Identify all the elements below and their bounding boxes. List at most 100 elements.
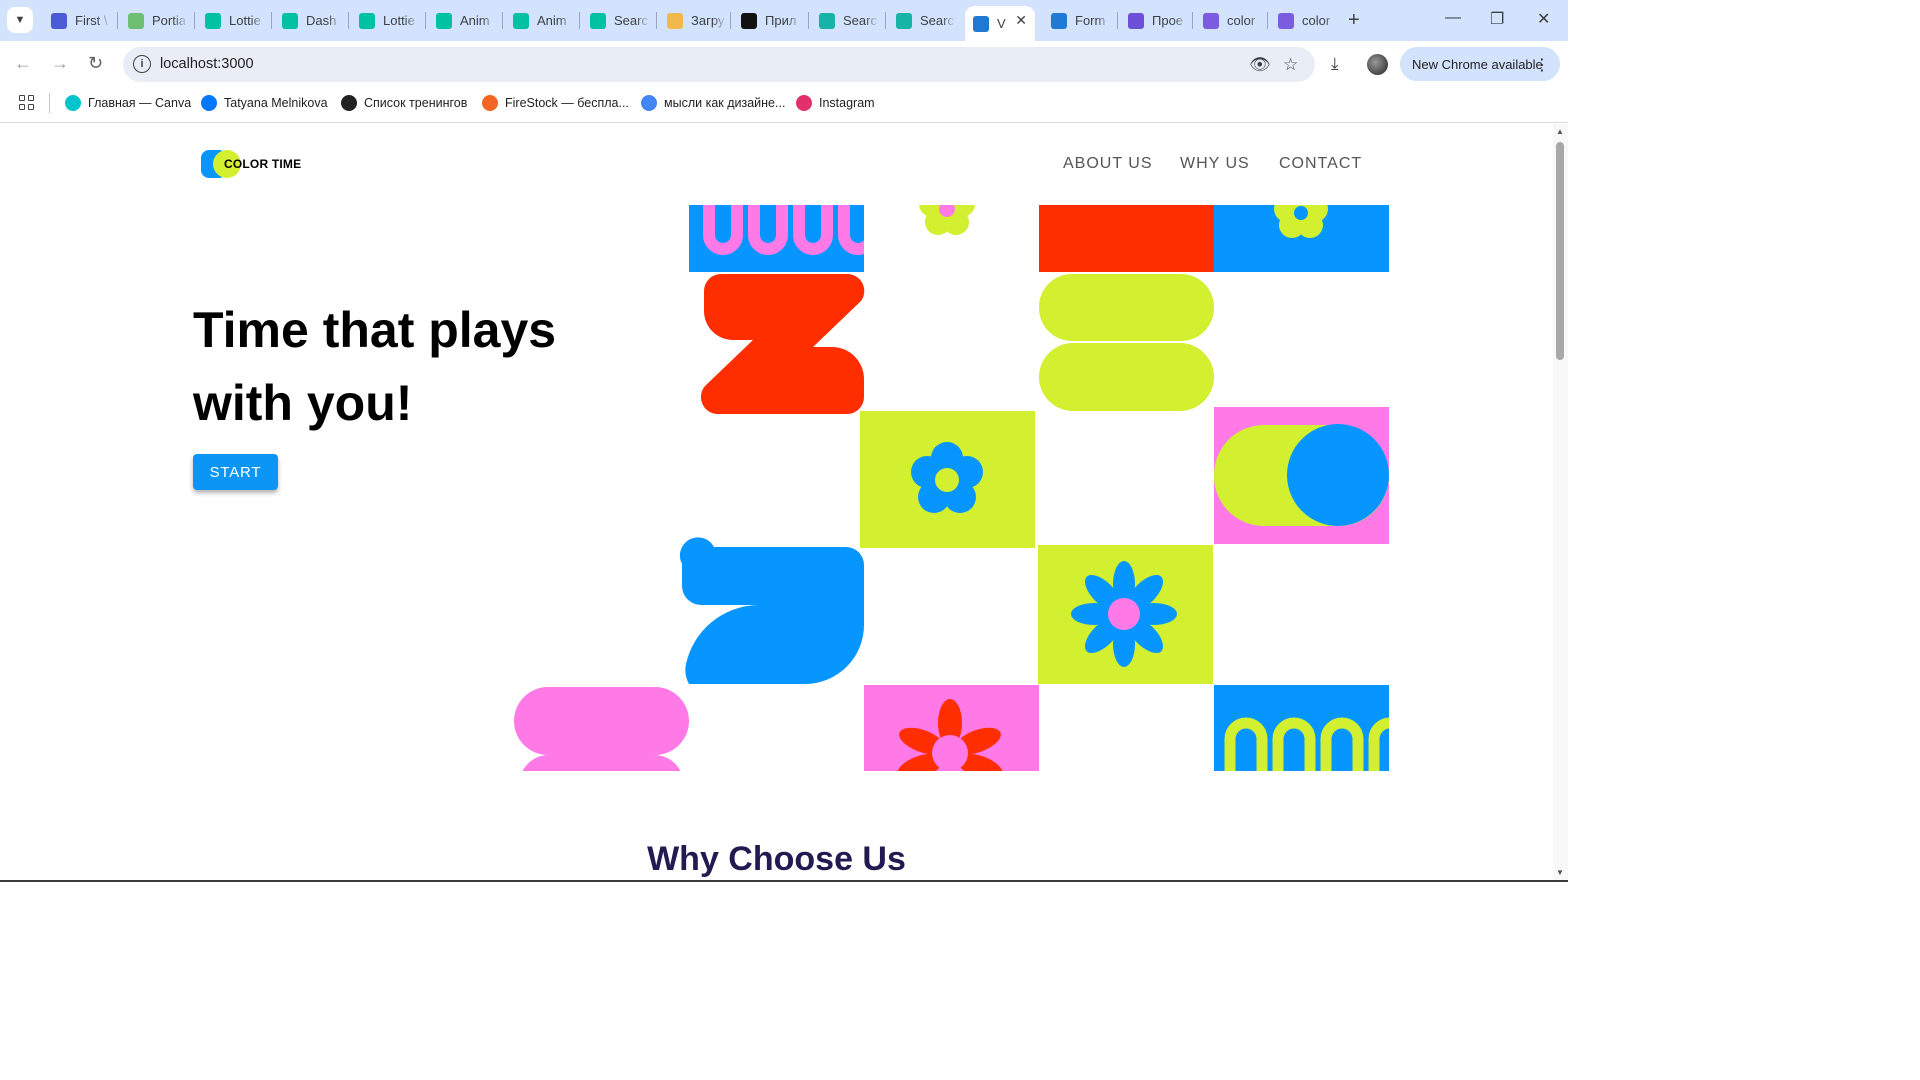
browser-tab[interactable]: First \ [43,6,115,35]
browser-toolbar: ← → ↻ i localhost:3000 👁 ☆ ⤓ New Chrome … [0,41,1568,87]
browser-tab[interactable]: Anim [428,6,500,35]
bookmark-favicon-icon [796,95,812,111]
bookmark-item[interactable]: FireStock — бесплa... [482,93,629,113]
tab-favicon-icon [1278,12,1294,29]
browser-tab[interactable]: color [1270,6,1342,35]
tab-close-icon[interactable]: ✕ [1015,12,1027,29]
hero-line-1: Time that plays [193,302,557,358]
browser-tab[interactable]: Form [1043,6,1115,35]
bookmark-item[interactable]: Главная — Canva [65,93,191,113]
lime-pill-bottom [1039,343,1214,411]
eye-off-icon[interactable]: 👁 [1249,55,1271,75]
tab-favicon-icon [51,12,67,29]
restore-icon[interactable]: ❐ [1490,9,1504,29]
update-chrome-button[interactable]: New Chrome available ⋮ [1400,47,1560,81]
bookmark-label: Tatyana Melnikova [224,96,328,110]
tab-search-button[interactable]: ▼ [7,7,33,33]
new-tab-button[interactable]: + [1348,9,1360,32]
browser-tab[interactable]: V ✕ [965,6,1035,41]
browser-tab[interactable]: Lottie [351,6,423,35]
nav-contact[interactable]: CONTACT [1279,155,1362,173]
nav-why-us[interactable]: WHY US [1180,155,1250,173]
reload-icon[interactable]: ↻ [88,53,103,74]
scroll-up-icon[interactable]: ▲ [1556,127,1564,136]
profile-avatar[interactable] [1367,54,1388,75]
browser-tab[interactable]: Dash [274,6,346,35]
browser-tab[interactable]: Anim [505,6,577,35]
tab-title: color [1302,13,1331,28]
tab-separator [1117,12,1118,29]
tab-title: Прое [1152,13,1184,28]
tab-favicon-icon [128,12,144,29]
update-label: New Chrome available [1412,56,1543,72]
tab-favicon-icon [1203,12,1219,29]
tab-separator [808,12,809,29]
tab-separator [425,12,426,29]
nav-about-us[interactable]: ABOUT US [1063,155,1153,173]
tab-separator [730,12,731,29]
tab-title: First \ [75,13,108,28]
bookmark-item[interactable]: Tatyana Melnikova [201,93,328,113]
browser-tab[interactable]: Searc [582,6,654,35]
tab-title: Lottie [229,13,261,28]
browser-tab[interactable]: Searc [811,6,883,35]
tab-title: V [997,16,1006,31]
forward-icon[interactable]: → [51,53,69,74]
tab-strip: ▼ First \ Portia Lottie Dash Lottie Anim Anim S… [0,0,1568,41]
apps-grid-icon[interactable] [19,95,34,110]
browser-tab[interactable]: color [1195,6,1267,35]
tab-title: color [1227,13,1256,28]
browser-tab[interactable]: Прил [733,6,805,35]
address-bar[interactable]: i localhost:3000 👁 ☆ [123,47,1315,82]
tab-favicon-icon [590,12,606,29]
scroll-down-icon[interactable]: ▼ [1556,868,1564,877]
tab-separator [194,12,195,29]
tab-separator [502,12,503,29]
tab-favicon-icon [973,15,989,32]
tab-separator [348,12,349,29]
start-button[interactable]: START [193,454,278,490]
back-icon[interactable]: ← [14,53,32,74]
site-info-icon[interactable]: i [133,55,151,73]
pink-pill-tile [514,687,689,771]
tab-separator [271,12,272,29]
tab-separator [656,12,657,29]
minimize-icon[interactable]: — [1445,9,1461,27]
tab-title: Lottie [383,13,415,28]
browser-tab[interactable]: Прое [1120,6,1192,35]
red-z-shape [700,273,865,414]
url-text[interactable]: localhost:3000 [160,56,254,72]
tab-title: Dash [306,13,337,28]
tab-separator [885,12,886,29]
tab-separator [117,12,118,29]
section-title-why-choose-us: Why Choose Us [647,840,906,878]
tab-separator [579,12,580,29]
arch-pattern-tile [689,205,864,272]
kebab-menu-icon[interactable]: ⋮ [1534,55,1550,75]
browser-tab[interactable]: Portia [120,6,192,35]
tab-title: Загру [691,13,725,28]
browser-tab[interactable]: Lottie [197,6,269,35]
scroll-thumb[interactable] [1556,142,1564,360]
blue-flower-tile [1214,205,1389,272]
tab-favicon-icon [513,12,529,29]
bookmark-item[interactable]: Список тренингов [341,93,467,113]
blue-lime-arch-tile [1214,685,1389,771]
tab-separator [1192,12,1193,29]
tab-title: Form [1075,13,1106,28]
close-window-icon[interactable]: ✕ [1537,9,1550,29]
page-scrollbar[interactable]: ▲ ▼ [1553,124,1568,882]
download-icon[interactable]: ⤓ [1331,54,1339,74]
toggle-knob [1287,424,1389,526]
page-viewport: COLOR TIME ABOUT US WHY US CONTACT Time … [0,124,1553,882]
browser-tab[interactable]: Searc [888,6,960,35]
bookmark-label: Список тренингов [364,96,468,110]
browser-tab[interactable]: Загру [659,6,731,35]
tab-favicon-icon [436,12,452,29]
tab-title: Прил [765,13,797,28]
bookmark-item[interactable]: Instagram [796,93,875,113]
star-icon[interactable]: ☆ [1283,55,1298,75]
bookmark-item[interactable]: мысли как дизайне... [641,93,785,113]
site-logo[interactable]: COLOR TIME [201,150,301,178]
hero-line-2: with you! [193,375,413,431]
